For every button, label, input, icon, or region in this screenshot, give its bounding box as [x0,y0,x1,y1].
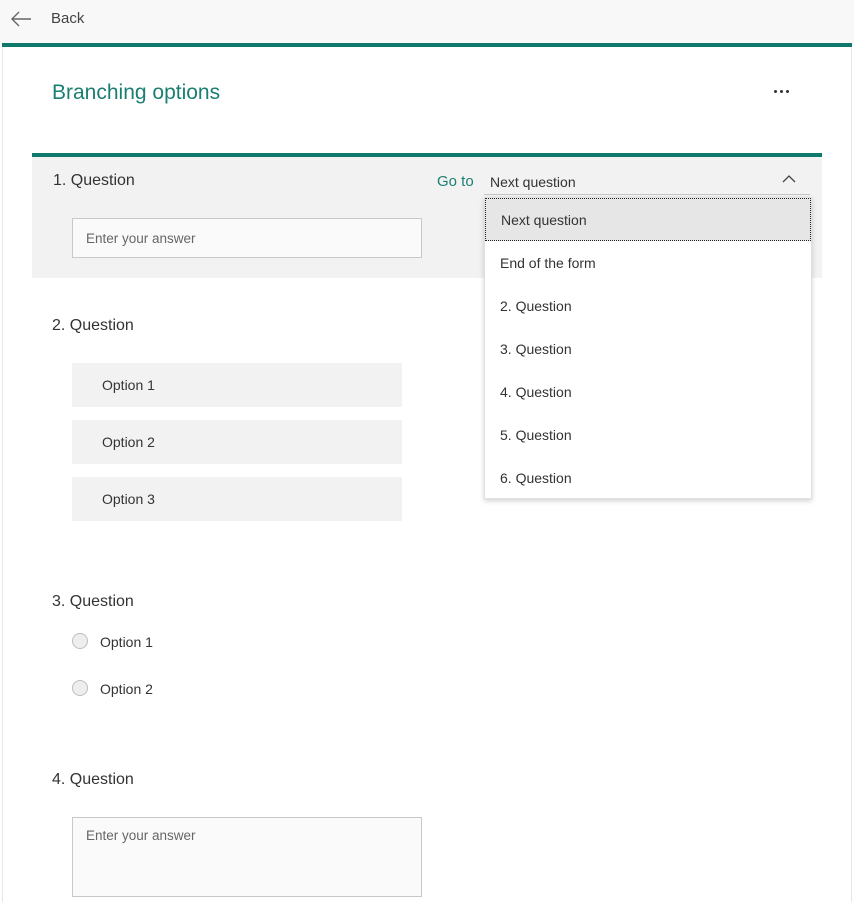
question-3-radio-1[interactable] [72,633,88,649]
question-4-title: 4. Question [52,771,134,788]
question-3-title: 3. Question [52,593,134,610]
dropdown-item-question-6[interactable]: 6. Question [485,457,811,500]
question-2-option-1[interactable]: Option 1 [72,363,402,407]
dropdown-item-question-3[interactable]: 3. Question [485,328,811,371]
question-2-option-3[interactable]: Option 3 [72,477,402,521]
goto-select-value: Next question [490,174,576,190]
dropdown-item-question-2[interactable]: 2. Question [485,285,811,328]
dropdown-item-end-of-form[interactable]: End of the form [485,242,811,285]
question-3-radio-2[interactable] [72,680,88,696]
goto-dropdown-list: Next question End of the form 2. Questio… [484,197,812,499]
question-3-option-2-label: Option 2 [100,681,153,697]
question-3-option-1-label: Option 1 [100,634,153,650]
question-1-title: 1. Question [53,172,135,189]
goto-label: Go to [437,173,474,190]
more-options-icon[interactable] [770,88,792,96]
question-4-answer-textarea[interactable] [72,817,422,897]
dropdown-item-question-4[interactable]: 4. Question [485,371,811,414]
question-2-title: 2. Question [52,317,134,334]
back-arrow-icon[interactable] [10,10,32,28]
dropdown-item-next-question[interactable]: Next question [485,198,811,241]
page-title: Branching options [52,81,221,104]
dropdown-item-question-5[interactable]: 5. Question [485,414,811,457]
goto-select[interactable]: Next question [484,168,810,195]
question-2-option-2[interactable]: Option 2 [72,420,402,464]
back-button[interactable]: Back [51,10,84,27]
top-bar: Back [0,0,854,44]
question-1-answer-input[interactable] [72,218,422,258]
chevron-up-icon [782,175,796,183]
